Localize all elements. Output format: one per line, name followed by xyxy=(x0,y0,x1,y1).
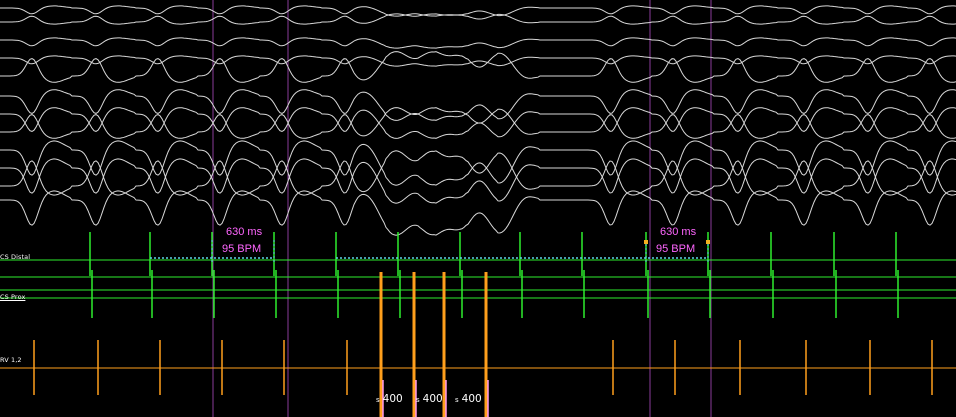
caliper-handle-1 xyxy=(706,240,710,244)
channel-label-rv: RV 1,2 xyxy=(0,356,22,364)
channel-label-cs-prox: CS Prox xyxy=(0,293,26,301)
pacing-label-1: s 400 xyxy=(376,393,403,405)
channel-label-cs-distal: CS Distal xyxy=(0,253,31,261)
caliper-2-interval: 630 ms xyxy=(657,226,700,238)
caliper-1-interval: 630 ms xyxy=(223,226,266,238)
caliper-1-rate: 95 BPM xyxy=(219,243,265,255)
pacing-label-3: s 400 xyxy=(455,393,482,405)
pacing-label-2: s 400 xyxy=(416,393,443,405)
caliper-handle-0 xyxy=(644,240,648,244)
caliper-2-rate: 95 BPM xyxy=(653,243,699,255)
ecg-trace-view[interactable] xyxy=(0,0,956,417)
